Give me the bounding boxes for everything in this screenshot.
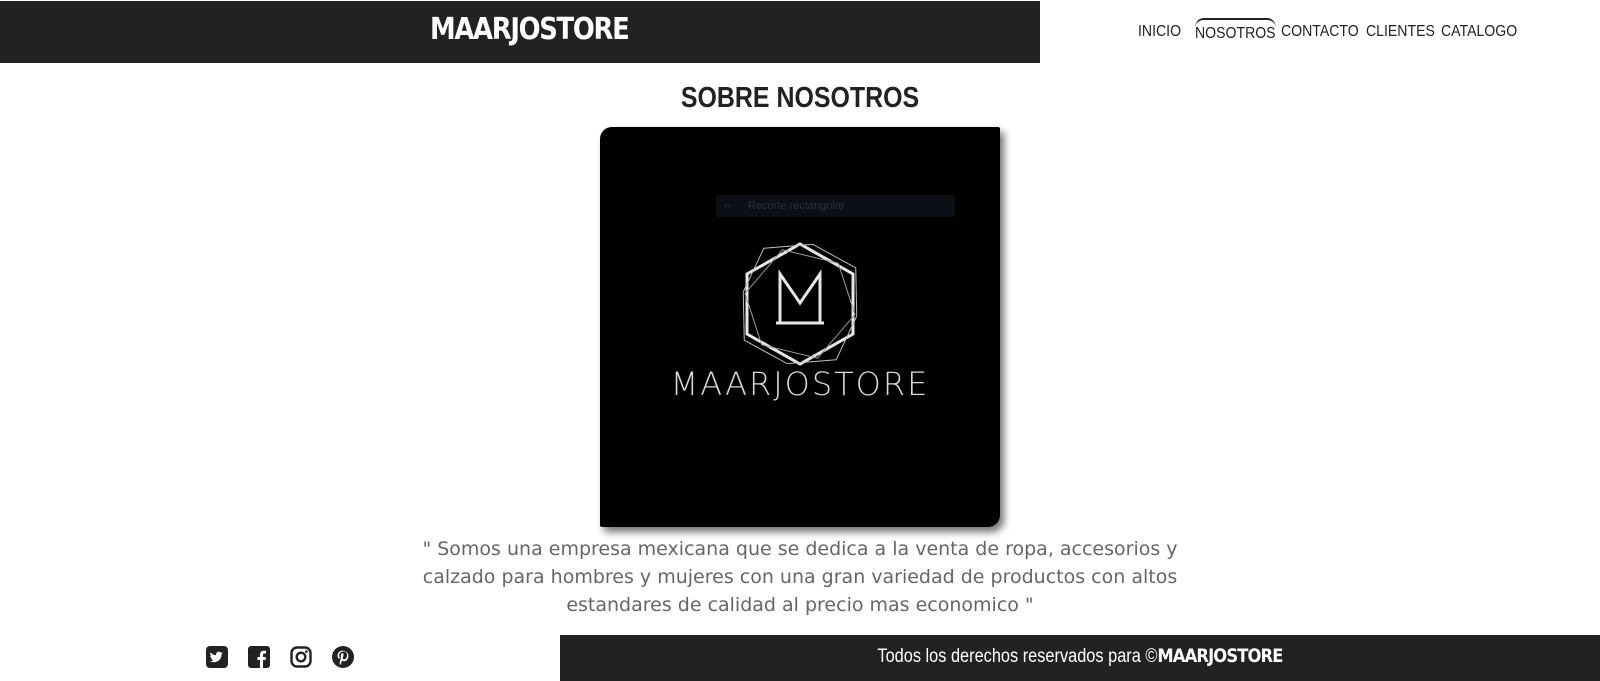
brand-title[interactable]: MAARJOSTORE <box>430 12 630 47</box>
section-title: SOBRE NOSOTROS <box>680 82 920 114</box>
about-description: " Somos una empresa mexicana que se dedi… <box>422 538 1178 616</box>
nav-item-contacto[interactable]: CONTACTO <box>1281 18 1359 48</box>
nav-item-catalogo[interactable]: CATALOGO <box>1441 18 1517 48</box>
nav-item-clientes[interactable]: CLIENTES <box>1366 18 1435 48</box>
overlay-label: Recorte rectangular <box>748 200 845 212</box>
scissors-icon: ✂ <box>724 201 732 211</box>
footer-bar: Todos los derechos reservados para ©MAAR… <box>560 635 1600 681</box>
brand-bar: MAARJOSTORE <box>0 1 1040 63</box>
facebook-icon[interactable] <box>247 645 271 669</box>
footer-rights-text: Todos los derechos reservados para © <box>877 646 1158 667</box>
footer-brand: MAARJOSTORE <box>1157 645 1283 667</box>
logo-wordmark: MAARJOSTORE <box>670 365 930 403</box>
twitter-icon[interactable] <box>205 645 229 669</box>
footer-copyright: Todos los derechos reservados para ©MAAR… <box>633 645 1527 668</box>
instagram-icon[interactable] <box>289 645 313 669</box>
pinterest-icon[interactable] <box>331 645 355 669</box>
snipping-tool-overlay: ✂ Recorte rectangular <box>716 195 955 217</box>
nav-item-nosotros[interactable]: NOSOTROS <box>1195 18 1276 48</box>
nav-item-inicio[interactable]: INICIO <box>1138 18 1181 48</box>
logo-image: ✂ Recorte rectangular MAARJOSTORE <box>600 127 1000 527</box>
logo-emblem <box>742 242 858 366</box>
